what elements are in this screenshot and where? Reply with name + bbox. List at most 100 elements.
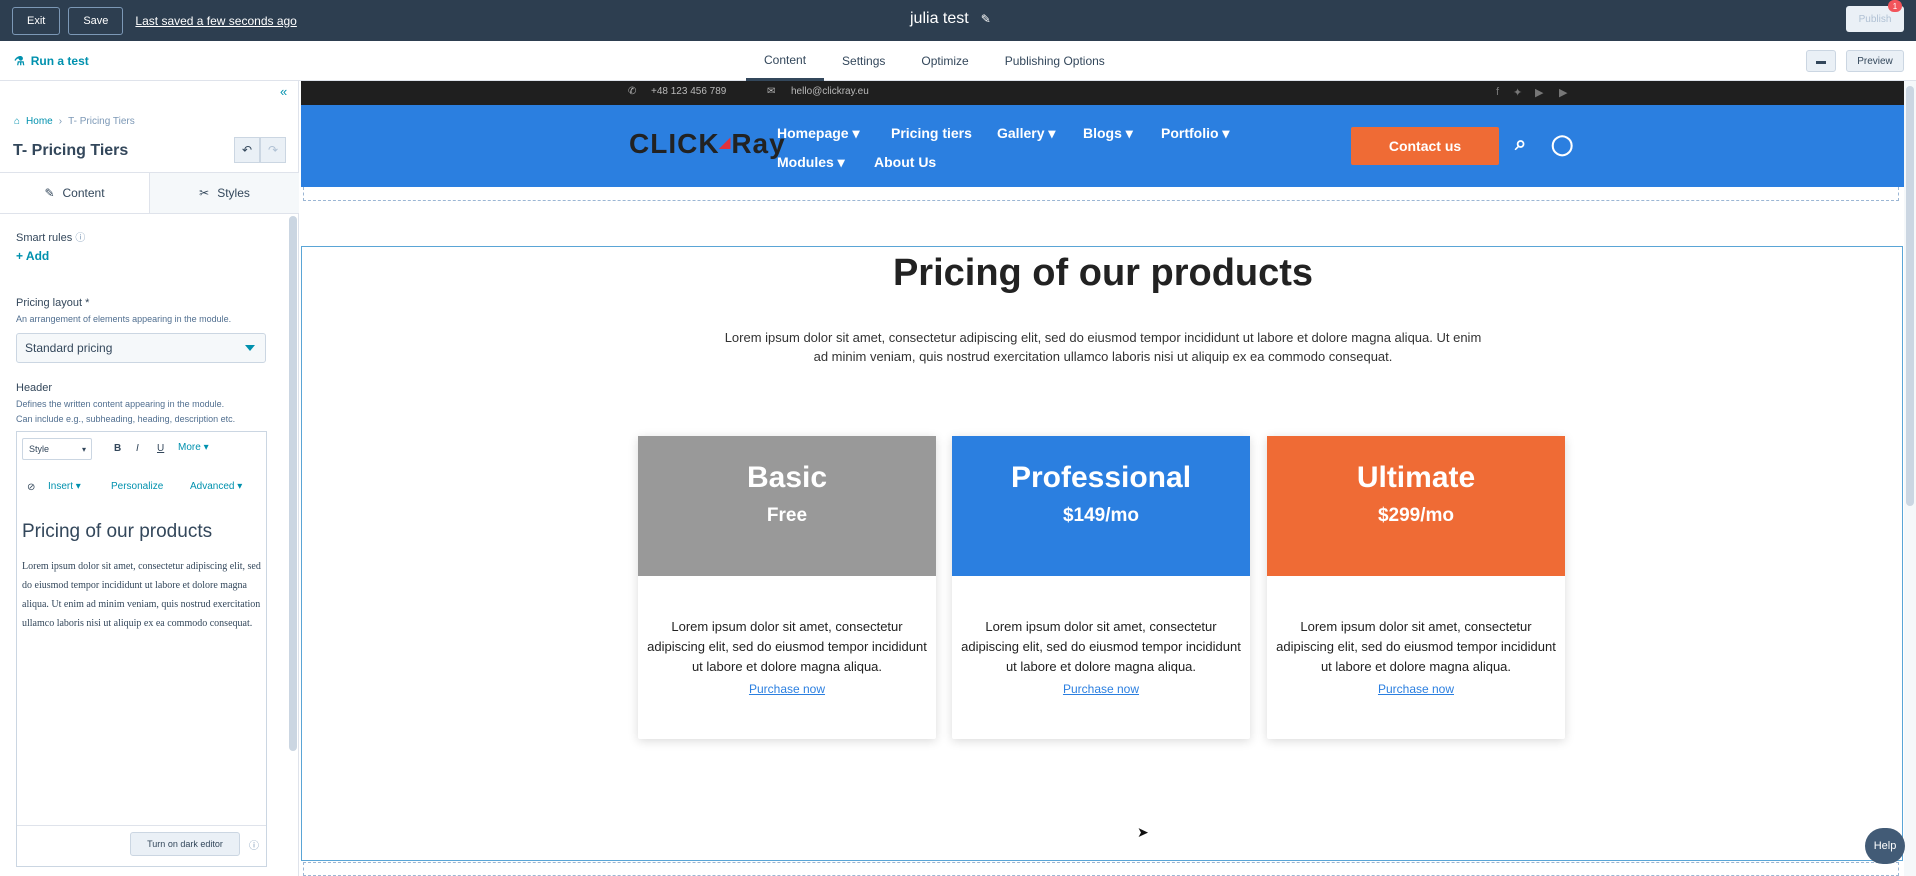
sidebar-scrollbar[interactable] [289, 216, 297, 751]
purchase-link[interactable]: Purchase now [952, 682, 1250, 696]
more-label: More [178, 442, 201, 453]
undo-icon[interactable]: ↶ [234, 137, 260, 163]
card-price: Free [766, 505, 808, 526]
info-icon[interactable]: ⓘ [249, 837, 259, 852]
last-saved-status[interactable]: Last saved a few seconds ago [135, 14, 296, 28]
comment-icon[interactable]: ▬ [1806, 50, 1836, 72]
add-smart-rule-button[interactable]: + Add [16, 249, 49, 263]
attachment-icon[interactable]: ⊘ [27, 482, 35, 493]
contact-us-button[interactable]: Contact us [1351, 127, 1499, 165]
italic-button[interactable]: I [136, 443, 139, 454]
mail-icon: ✉ [767, 86, 776, 97]
tab-content[interactable]: Content [746, 41, 825, 81]
run-test-button[interactable]: ⚗ Run a test [14, 54, 89, 68]
advanced-dropdown[interactable]: Advanced ▾ [190, 481, 242, 492]
personalize-button[interactable]: Personalize [111, 481, 163, 492]
twitter-icon[interactable]: ✦ [1513, 86, 1522, 99]
card-header: Ultimate $299/mo [1267, 436, 1565, 576]
site-logo[interactable]: CLICK◢Ray [629, 128, 786, 160]
search-icon[interactable]: ⌕ [1515, 133, 1526, 156]
tab-settings[interactable]: Settings [824, 41, 903, 81]
page-preview: ✆ +48 123 456 789 ✉ hello@clickray.eu f … [301, 81, 1905, 876]
nav-gallery[interactable]: Gallery ▾ [997, 125, 1055, 142]
section-title: Pricing of our products [892, 252, 1314, 294]
pricing-card-basic: Basic Free Lorem ipsum dolor sit amet, c… [638, 436, 936, 739]
header-hint-2: Can include e.g., subheading, heading, d… [16, 414, 236, 424]
more-dropdown[interactable]: More ▾ [178, 442, 209, 453]
site-phone[interactable]: +48 123 456 789 [651, 86, 726, 97]
pricing-layout-select[interactable]: Standard pricing [16, 333, 266, 363]
editor-body-text[interactable]: Lorem ipsum dolor sit amet, consectetur … [22, 557, 262, 633]
underline-button[interactable]: U [157, 443, 164, 454]
rich-text-editor: Style ▾ B I U More ▾ ⊘ Insert ▾ Personali… [16, 431, 267, 867]
preview-scrollbar[interactable] [1904, 81, 1916, 876]
flask-icon: ⚗ [14, 54, 25, 68]
smart-rules-text: Smart rules [16, 232, 73, 244]
home-icon: ⌂ [14, 116, 21, 127]
preview-button[interactable]: Preview [1846, 50, 1904, 72]
header-label: Header [16, 382, 53, 394]
card-name: Professional [1010, 461, 1192, 494]
drop-zone [303, 187, 1899, 201]
info-icon[interactable]: ⓘ [75, 233, 85, 244]
nav-about-us[interactable]: About Us [874, 154, 936, 170]
insert-dropdown[interactable]: Insert ▾ [48, 481, 81, 492]
style-dropdown[interactable]: Style ▾ [22, 438, 92, 460]
dark-editor-button[interactable]: Turn on dark editor [130, 832, 240, 856]
panel-tab-content[interactable]: ✎ Content [0, 173, 150, 213]
scroll-thumb[interactable] [1906, 86, 1914, 506]
nav-modules[interactable]: Modules ▾ [777, 154, 845, 171]
card-name: Ultimate [1356, 461, 1476, 494]
youtube-icon[interactable]: ▶ [1535, 86, 1543, 99]
breadcrumb-current: T- Pricing Tiers [68, 116, 135, 127]
save-button[interactable]: Save [68, 6, 124, 35]
nav-homepage[interactable]: Homepage ▾ [777, 125, 860, 142]
phone-icon: ✆ [628, 86, 637, 97]
nav-gallery-label: Gallery [997, 125, 1045, 141]
page-title: julia test [910, 10, 969, 27]
card-description: Lorem ipsum dolor sit amet, consectetur … [1276, 619, 1556, 674]
youtube-alt-icon[interactable]: ▶ [1559, 86, 1567, 99]
site-top-bar: ✆ +48 123 456 789 ✉ hello@clickray.eu f … [301, 81, 1905, 105]
exit-button[interactable]: Exit [12, 6, 61, 35]
caret-down-icon: ▾ [81, 444, 86, 454]
breadcrumb-separator: › [58, 116, 63, 127]
facebook-icon[interactable]: f [1496, 86, 1499, 98]
nav-blogs[interactable]: Blogs ▾ [1083, 125, 1133, 142]
card-description: Lorem ipsum dolor sit amet, consectetur … [647, 619, 927, 674]
editor-footer-divider [17, 825, 266, 826]
panel-tab-styles[interactable]: ✂ Styles [150, 173, 299, 213]
nav-portfolio-label: Portfolio [1161, 125, 1219, 141]
breadcrumb-home[interactable]: Home [26, 116, 53, 127]
logo-arrow-icon: ◢ [719, 134, 732, 150]
tab-optimize[interactable]: Optimize [903, 41, 986, 81]
card-header: Basic Free [638, 436, 936, 576]
bold-button[interactable]: B [114, 443, 121, 454]
site-navigation: CLICK◢Ray Homepage ▾ Pricing tiers Galle… [301, 105, 1905, 187]
user-icon[interactable]: ◯ [1551, 132, 1573, 157]
redo-icon[interactable]: ↷ [260, 137, 286, 163]
breadcrumb: ⌂ Home › T- Pricing Tiers [14, 116, 135, 127]
header-hint-1: Defines the written content appearing in… [16, 399, 225, 409]
module-title: T- Pricing Tiers [13, 142, 129, 159]
collapse-sidebar-icon[interactable]: « [280, 84, 287, 99]
nav-blogs-label: Blogs [1083, 125, 1122, 141]
add-label: Add [25, 249, 50, 263]
editor-heading[interactable]: Pricing of our products [22, 521, 212, 543]
nav-pricing-tiers[interactable]: Pricing tiers [891, 125, 972, 141]
purchase-link[interactable]: Purchase now [1267, 682, 1565, 696]
nav-portfolio[interactable]: Portfolio ▾ [1161, 125, 1229, 142]
style-label: Style [29, 444, 50, 454]
editor-tab-bar: ⚗ Run a test Content Settings Optimize P… [0, 41, 1916, 81]
pricing-layout-value: Standard pricing [25, 341, 113, 355]
nav-homepage-label: Homepage [777, 125, 849, 141]
edit-title-icon[interactable]: ✎ [981, 12, 991, 26]
card-price: $149/mo [1062, 505, 1140, 526]
nav-modules-label: Modules [777, 154, 834, 170]
purchase-link[interactable]: Purchase now [638, 682, 936, 696]
site-email[interactable]: hello@clickray.eu [791, 86, 869, 97]
help-button[interactable]: Help [1865, 828, 1905, 864]
tab-publishing-options[interactable]: Publishing Options [987, 41, 1123, 81]
card-header: Professional $149/mo [952, 436, 1250, 576]
mouse-cursor-icon: ➤ [1137, 824, 1149, 840]
